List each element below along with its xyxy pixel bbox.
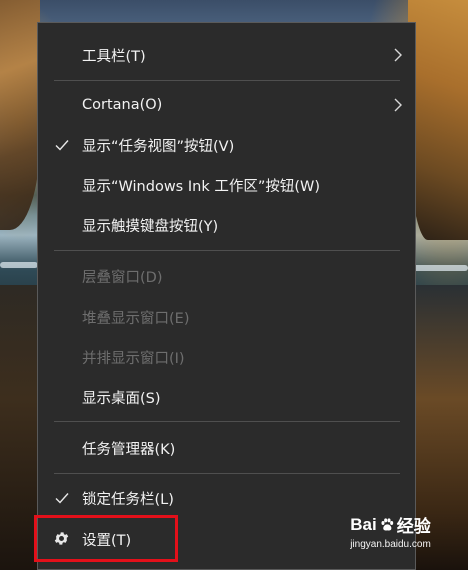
wallpaper-rock-right: [408, 0, 468, 240]
watermark-text-right: 经验: [396, 517, 431, 536]
menu-item-label: 锁定任务栏(L): [82, 491, 174, 508]
menu-item-show-windows-ink[interactable]: 显示“Windows Ink 工作区”按钮(W): [38, 168, 415, 202]
watermark-logo: Bai 经验: [343, 512, 438, 537]
watermark-url: jingyan.baidu.com: [350, 539, 431, 550]
menu-separator: [54, 473, 400, 474]
menu-item-label: Cortana(O): [82, 97, 163, 113]
menu-item-label: 堆叠显示窗口(E): [82, 310, 190, 327]
baidu-jingyan-watermark: Bai 经验 jingyan.baidu.com: [343, 512, 438, 560]
paw-icon: [381, 517, 393, 530]
chevron-right-icon: [393, 47, 403, 63]
taskbar-context-menu: 工具栏(T) Cortana(O) 显示“任务视图”按钮(V) 显示“Windo…: [37, 22, 416, 570]
menu-item-label: 任务管理器(K): [82, 441, 176, 458]
menu-item-label: 显示桌面(S): [82, 390, 161, 407]
menu-item-toolbars[interactable]: 工具栏(T): [38, 38, 415, 72]
wallpaper-foam-left: [0, 262, 38, 268]
menu-item-label: 显示“Windows Ink 工作区”按钮(W): [82, 178, 320, 195]
menu-item-show-task-view[interactable]: 显示“任务视图”按钮(V): [38, 128, 415, 162]
menu-item-label: 显示“任务视图”按钮(V): [82, 138, 235, 155]
settings-highlight-box: [34, 515, 178, 562]
menu-item-show-touch-keyboard[interactable]: 显示触摸键盘按钮(Y): [38, 208, 415, 242]
menu-item-side-by-side[interactable]: 并排显示窗口(I): [38, 340, 415, 374]
menu-item-task-manager[interactable]: 任务管理器(K): [38, 431, 415, 465]
checkmark-icon: [54, 137, 70, 153]
menu-item-label: 显示触摸键盘按钮(Y): [82, 218, 219, 235]
menu-item-label: 层叠窗口(D): [82, 269, 163, 286]
menu-item-label: 工具栏(T): [82, 48, 146, 65]
watermark-text-left: Bai: [350, 514, 377, 534]
menu-item-stack-windows[interactable]: 堆叠显示窗口(E): [38, 300, 415, 334]
menu-item-cortana[interactable]: Cortana(O): [38, 88, 415, 122]
menu-separator: [54, 250, 400, 251]
chevron-right-icon: [393, 97, 403, 113]
menu-item-label: 并排显示窗口(I): [82, 350, 185, 367]
menu-separator: [54, 80, 400, 81]
menu-item-show-desktop[interactable]: 显示桌面(S): [38, 380, 415, 414]
menu-separator: [54, 421, 400, 422]
menu-item-cascade-windows[interactable]: 层叠窗口(D): [38, 259, 415, 293]
checkmark-icon: [54, 490, 70, 506]
wallpaper-foam-right: [408, 265, 468, 271]
menu-item-lock-taskbar[interactable]: 锁定任务栏(L): [38, 481, 415, 515]
